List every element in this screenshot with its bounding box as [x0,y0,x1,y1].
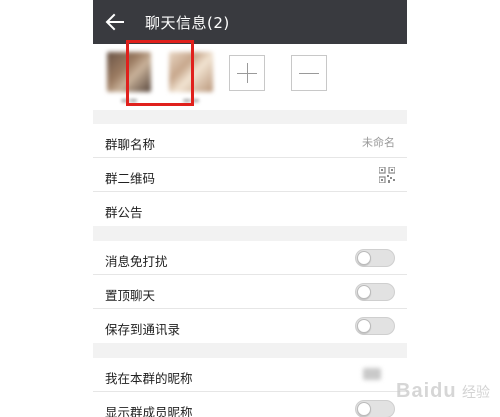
mute-label: 消息免打扰 [105,254,168,269]
show-nicknames-row: 显示群成员昵称 [93,392,407,417]
toggle-knob [357,402,371,416]
remove-member-button[interactable] [291,55,327,91]
qr-code-label: 群二维码 [105,171,156,186]
show-nicknames-label: 显示群成员昵称 [105,405,193,417]
settings-group-toggles: 消息免打扰 置顶聊天 保存到通讯录 [93,241,407,343]
show-nicknames-toggle[interactable] [355,400,395,417]
toggle-knob [357,285,371,299]
back-arrow-icon[interactable] [103,10,127,34]
settings-group-nicknames: 我在本群的昵称 显示群成员昵称 [93,358,407,417]
save-contacts-label: 保存到通讯录 [105,322,181,337]
settings-group-info: 群聊名称 未命名 群二维码 群公告 [93,124,407,226]
my-nickname-label: 我在本群的昵称 [105,371,193,386]
page-title: 聊天信息(2) [145,14,230,32]
nickname-value-blurred [363,368,381,380]
save-contacts-row: 保存到通讯录 [93,309,407,343]
my-nickname-row[interactable]: 我在本群的昵称 [93,358,407,392]
group-notice-label: 群公告 [105,205,143,220]
pin-chat-toggle[interactable] [355,283,395,301]
mute-row: 消息免打扰 [93,241,407,275]
group-name-value: 未命名 [362,136,395,149]
watermark-suffix: 经验 [462,385,490,401]
qr-code-icon [379,167,395,183]
save-contacts-toggle[interactable] [355,317,395,335]
pin-chat-label: 置顶聊天 [105,288,156,303]
qr-code-row[interactable]: 群二维码 [93,158,407,192]
group-name-label: 群聊名称 [105,137,156,152]
mute-toggle[interactable] [355,249,395,267]
toggle-knob [357,251,371,265]
add-member-highlight-box [126,40,194,106]
group-notice-row[interactable]: 群公告 [93,192,407,226]
title-bar: 聊天信息(2) [93,0,407,44]
add-member-button[interactable] [229,55,265,91]
pin-chat-row: 置顶聊天 [93,275,407,309]
group-name-row[interactable]: 群聊名称 未命名 [93,124,407,158]
toggle-knob [357,319,371,333]
